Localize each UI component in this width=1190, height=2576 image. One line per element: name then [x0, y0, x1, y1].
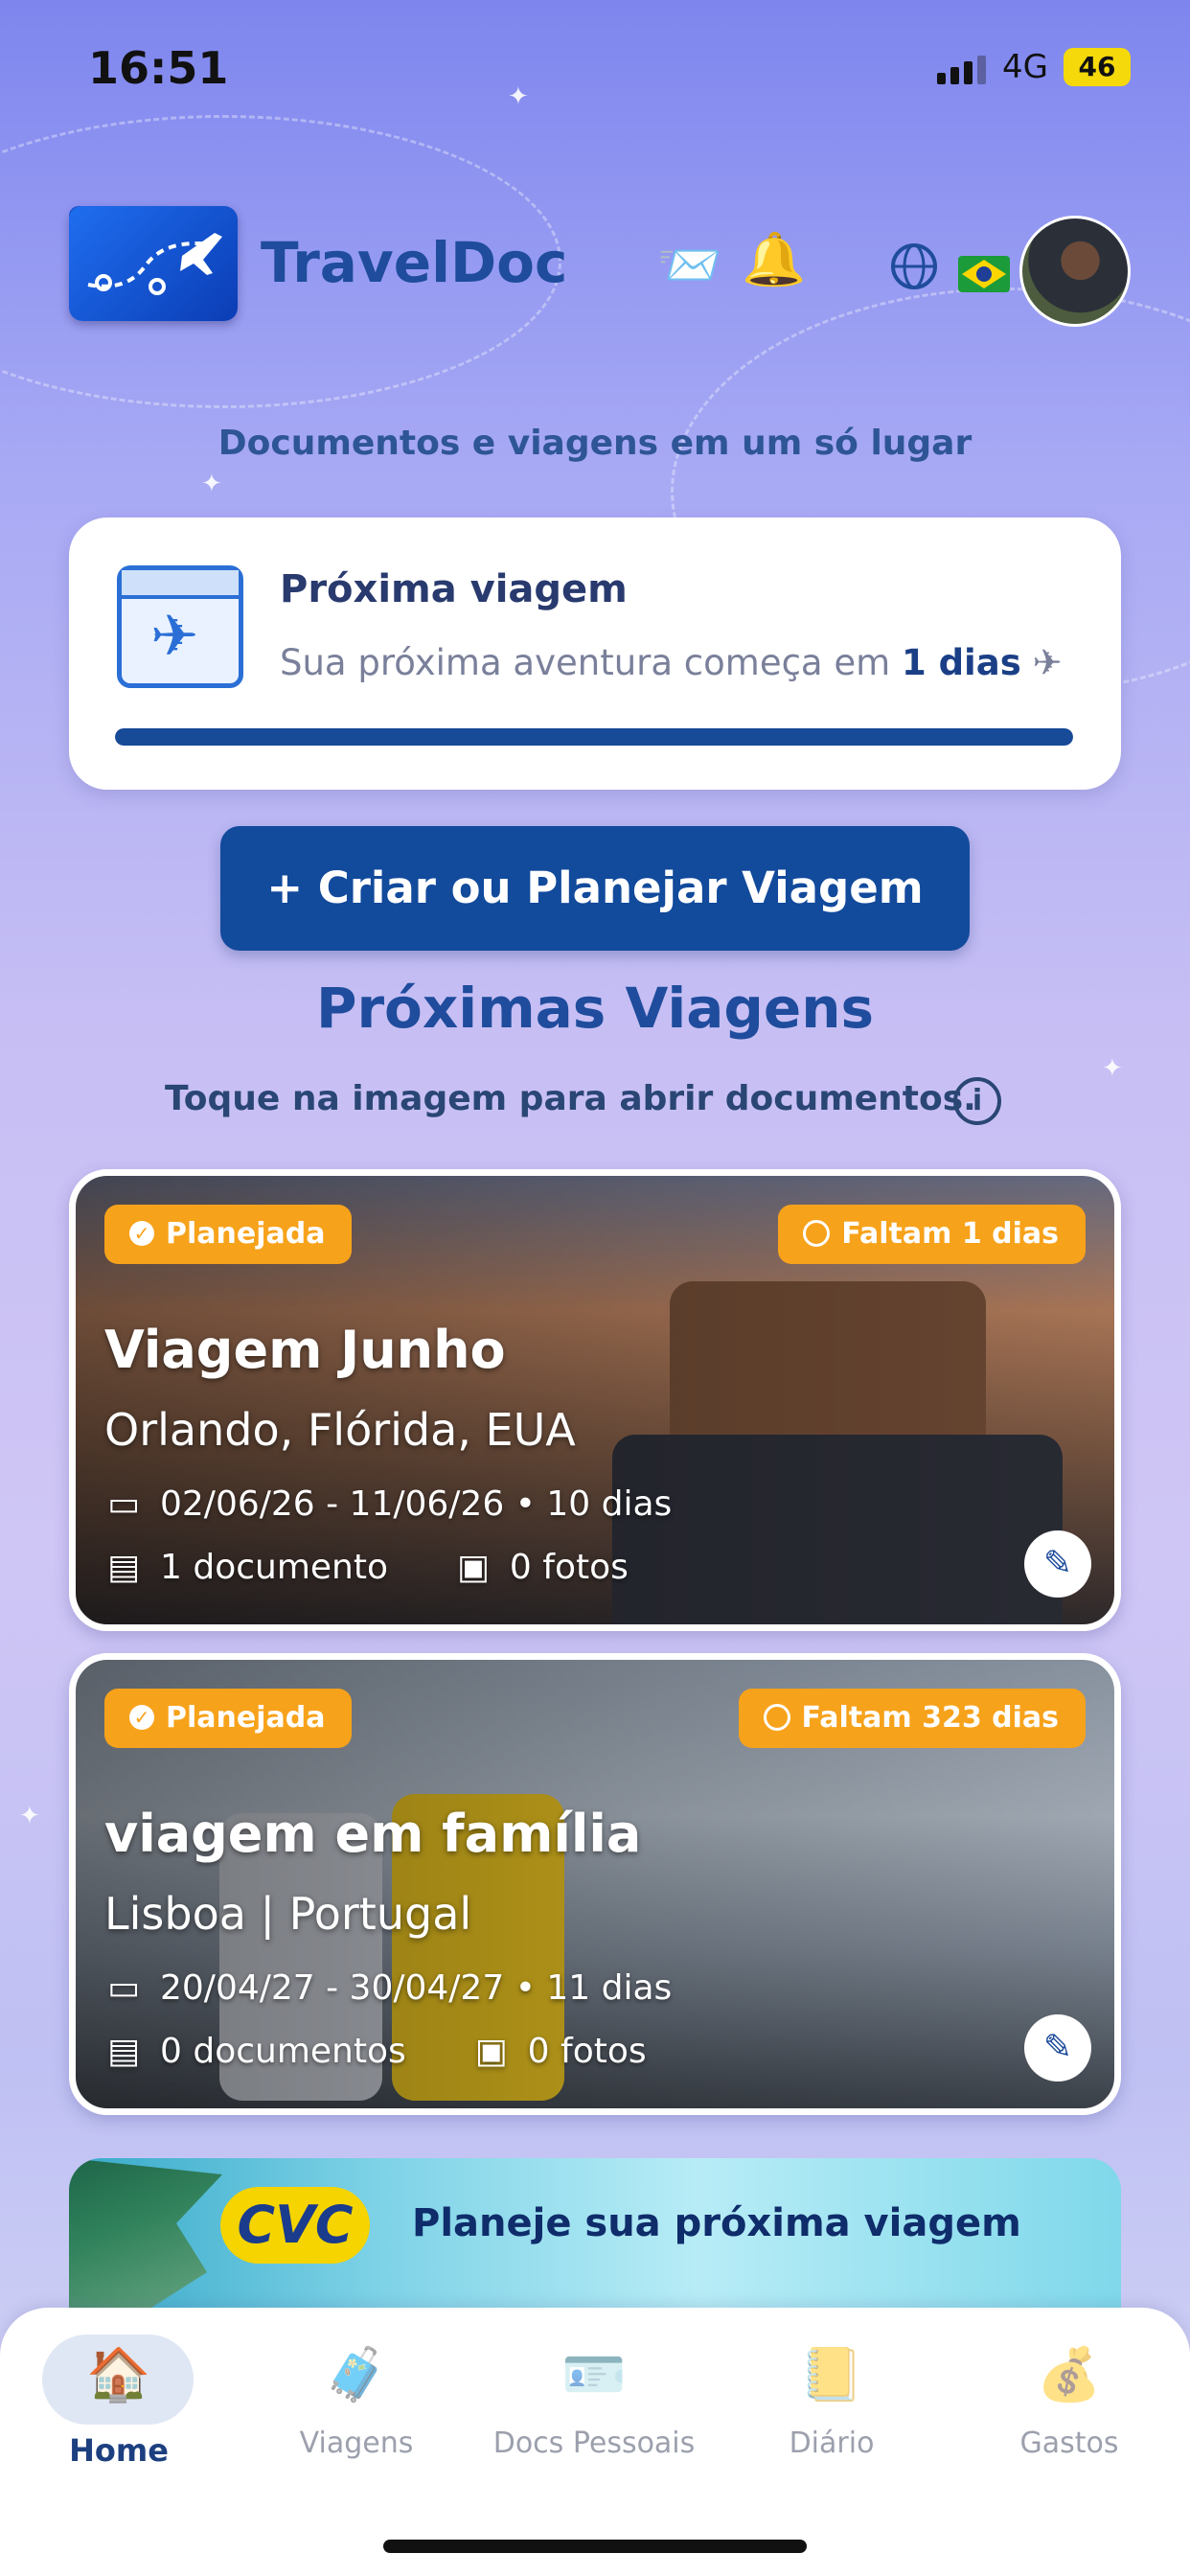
- status-time: 16:51: [88, 42, 229, 94]
- status-badge-label: Planejada: [166, 1217, 326, 1251]
- trip-photos: 0 fotos: [509, 1548, 629, 1587]
- status-badge: ✓ Planejada: [104, 1205, 353, 1264]
- tab-trips-label: Viagens: [299, 2426, 414, 2460]
- countdown-badge-label: Faltam 1 dias: [841, 1217, 1059, 1251]
- wallet-icon: 💰: [1037, 2344, 1102, 2404]
- document-icon: ▤: [106, 2032, 140, 2071]
- avatar[interactable]: [1019, 216, 1131, 327]
- bell-icon[interactable]: 🔔: [742, 234, 806, 286]
- tab-expenses-label: Gastos: [1019, 2426, 1119, 2460]
- trip-card[interactable]: ✓ Planejada Faltam 1 dias Viagem Junho Or…: [69, 1169, 1121, 1631]
- next-trip-title: Próxima viagem: [280, 567, 628, 611]
- edit-trip-button[interactable]: ✎: [1024, 2014, 1091, 2082]
- trip-place: Orlando, Flórida, EUA: [104, 1404, 576, 1456]
- trip-dates: ▭ 20/04/27 - 30/04/27 • 11 dias: [104, 1968, 672, 2008]
- calendar-plane-icon: ✈: [117, 565, 243, 688]
- pencil-icon: ✎: [1042, 2028, 1073, 2067]
- next-trip-progress-fill: [115, 728, 1073, 746]
- passport-icon: 🪪: [561, 2344, 627, 2404]
- banner-text: Planeje sua próxima viagem: [412, 2201, 1021, 2245]
- status-badge-label: Planejada: [166, 1701, 326, 1735]
- trip-counts: ▤ 0 documentos ▣ 0 fotos: [104, 2032, 647, 2071]
- app-logo[interactable]: [69, 206, 238, 321]
- hint-text: Toque na imagem para abrir documentos.: [165, 1079, 976, 1118]
- luggage-icon: 🧳: [324, 2344, 389, 2404]
- globe-icon[interactable]: [889, 242, 939, 300]
- trip-card[interactable]: ✓ Planejada Faltam 323 dias viagem em fam…: [69, 1653, 1121, 2115]
- countdown-badge-label: Faltam 323 dias: [801, 1701, 1059, 1735]
- photos-icon: ▣: [456, 1548, 490, 1587]
- next-trip-progress: [115, 728, 1073, 746]
- tab-diary[interactable]: 📒 Diário: [713, 2336, 950, 2460]
- tab-home[interactable]: 🏠 Home: [0, 2334, 238, 2469]
- tab-diary-label: Diário: [789, 2426, 875, 2460]
- tab-personal-docs[interactable]: 🪪 Docs Pessoais: [475, 2336, 713, 2460]
- trip-documents: 0 documentos: [160, 2032, 406, 2071]
- tab-expenses[interactable]: 💰 Gastos: [950, 2336, 1188, 2460]
- photos-icon: ▣: [474, 2032, 508, 2071]
- plane-route-icon: [87, 233, 222, 295]
- next-trip-card[interactable]: ✈ Próxima viagem Sua próxima aventura co…: [69, 518, 1121, 790]
- upcoming-trips-title: Próximas Viagens: [315, 976, 875, 1041]
- sparkle-icon: ✦: [19, 1802, 40, 1830]
- brazil-flag-icon[interactable]: [958, 249, 1010, 301]
- document-icon: ▤: [106, 1548, 140, 1587]
- signal-icon: [937, 56, 986, 84]
- info-icon[interactable]: i: [953, 1077, 1001, 1125]
- bottom-tab-bar: 🏠 Home 🧳 Viagens 🪪 Docs Pessoais 📒 Diári…: [0, 2308, 1190, 2576]
- sparkle-icon: ✦: [201, 470, 222, 498]
- trip-dates-text: 02/06/26 - 11/06/26 • 10 dias: [160, 1484, 673, 1524]
- tab-home-label: Home: [69, 2432, 169, 2469]
- trip-name: Viagem Junho: [104, 1320, 506, 1380]
- edit-trip-button[interactable]: ✎: [1024, 1530, 1091, 1598]
- tagline: Documentos e viagens em um só lugar: [217, 424, 973, 463]
- next-trip-days: 1 dias: [901, 642, 1021, 683]
- notebook-icon: 📒: [799, 2344, 864, 2404]
- create-trip-button[interactable]: + Criar ou Planejar Viagem: [220, 826, 970, 951]
- status-badge: ✓ Planejada: [104, 1689, 353, 1748]
- next-trip-subtitle-text: Sua próxima aventura começa em: [280, 642, 891, 683]
- countdown-badge: Faltam 1 dias: [778, 1205, 1086, 1264]
- trip-dates-text: 20/04/27 - 30/04/27 • 11 dias: [160, 1968, 673, 2008]
- cvc-logo: CVC: [220, 2187, 370, 2264]
- trip-counts: ▤ 1 documento ▣ 0 fotos: [104, 1548, 629, 1587]
- calendar-icon: ▭: [106, 1968, 140, 2008]
- trip-dates: ▭ 02/06/26 - 11/06/26 • 10 dias: [104, 1484, 672, 1524]
- sparkle-icon: ✦: [1102, 1054, 1123, 1083]
- sparkle-icon: ✦: [508, 82, 529, 111]
- tab-personal-docs-label: Docs Pessoais: [492, 2426, 696, 2460]
- palm-tree-image: [69, 2158, 222, 2321]
- next-trip-subtitle: Sua próxima aventura começa em 1 dias ✈: [280, 642, 1063, 683]
- trip-documents: 1 documento: [160, 1548, 389, 1587]
- tab-trips[interactable]: 🧳 Viagens: [238, 2336, 475, 2460]
- trip-photos: 0 fotos: [527, 2032, 647, 2071]
- battery-icon: 46: [1064, 48, 1131, 86]
- app-title: TravelDoc: [261, 230, 568, 295]
- trip-place: Lisboa | Portugal: [104, 1888, 472, 1940]
- plane-icon: ✈: [1032, 642, 1063, 683]
- pencil-icon: ✎: [1042, 1544, 1073, 1583]
- network-type: 4G: [1002, 48, 1048, 86]
- mail-card-icon[interactable]: 📨: [657, 240, 721, 291]
- calendar-icon: ▭: [106, 1484, 140, 1524]
- battery-level: 46: [1078, 51, 1116, 82]
- countdown-badge: Faltam 323 dias: [738, 1689, 1086, 1748]
- home-icon: 🏠: [86, 2344, 151, 2404]
- trip-name: viagem em família: [104, 1804, 642, 1864]
- home-indicator: [383, 2540, 807, 2553]
- cvc-banner[interactable]: CVC Planeje sua próxima viagem: [69, 2158, 1121, 2321]
- app-screen: ✦ ✦ ✦ ✦ 16:51 4G 46 TravelDoc 📨 🔔 Docume…: [0, 0, 1190, 2576]
